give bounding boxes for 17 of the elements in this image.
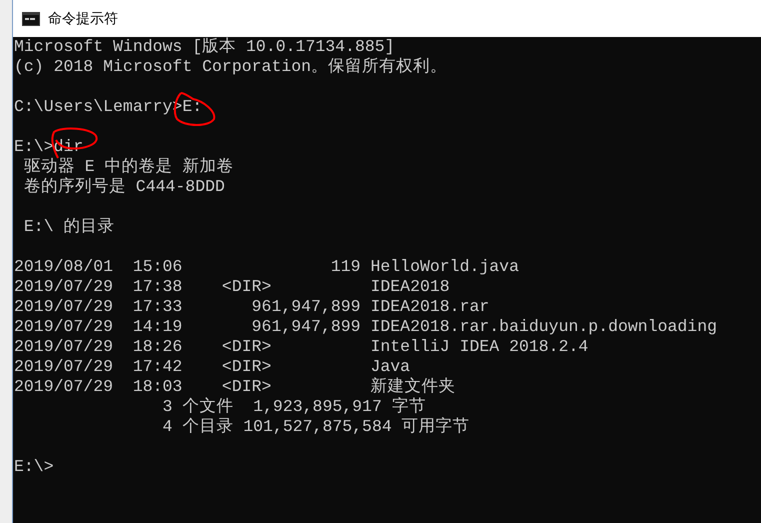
window-title: 命令提示符 [48,9,118,28]
console-line: E:\> [14,457,54,477]
console-line: 2019/07/29 17:42 <DIR> Java [14,357,410,377]
console-line: 卷的序列号是 C444-8DDD [22,177,225,197]
console-line: 2019/07/29 17:33 961,947,899 IDEA2018.rar [14,297,490,317]
console-line: 2019/07/29 18:26 <DIR> IntelliJ IDEA 2018.2.4 [14,337,588,357]
console-line: (c) 2018 Microsoft Corporation。保留所有权利。 [14,57,448,77]
console-line: 4 个目录 101,527,875,584 可用字节 [162,417,470,437]
console-line: E:\ 的目录 [22,217,115,237]
terminal-icon [22,12,40,26]
console-line: 2019/08/01 15:06 119 HelloWorld.java [14,257,519,277]
console-line: Microsoft Windows [版本 10.0.17134.885] [14,37,395,57]
console-line: 2019/07/29 17:38 <DIR> IDEA2018 [14,277,450,297]
console-line: 驱动器 E 中的卷是 新加卷 [22,157,234,177]
console-line: 3 个文件 1,923,895,917 字节 [162,397,426,417]
console-line: 2019/07/29 14:19 961,947,899 IDEA2018.rar.baiduyun.p.downloading [14,317,718,337]
console-line: 2019/07/29 18:03 <DIR> 新建文件夹 [14,377,456,397]
